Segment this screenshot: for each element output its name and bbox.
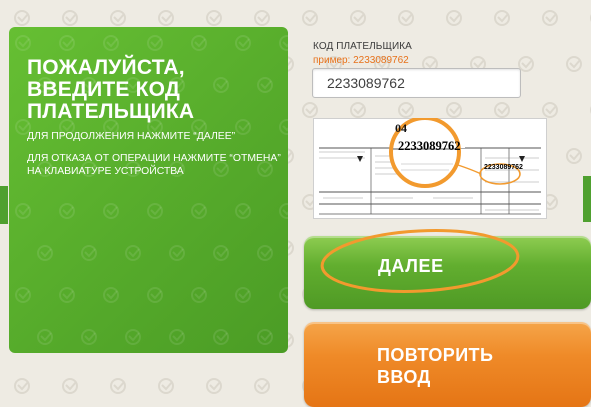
pattern-logo-icon <box>446 102 462 118</box>
retry-button-label: ПОВТОРИТЬ ВВОД <box>377 345 494 387</box>
pattern-logo-icon <box>206 378 222 394</box>
pattern-logo-icon <box>81 245 97 261</box>
pattern-logo-icon <box>398 10 414 26</box>
pattern-logo-icon <box>169 329 185 345</box>
pattern-logo-icon <box>213 245 229 261</box>
pattern-logo-icon <box>147 203 163 219</box>
retry-button[interactable]: ПОВТОРИТЬ ВВОД <box>304 322 591 407</box>
pattern-logo-icon <box>125 245 141 261</box>
pattern-logo-icon <box>147 35 163 51</box>
instruction-next: ДЛЯ ПРОДОЛЖЕНИЯ НАЖМИТЕ “ДАЛЕЕ” <box>27 131 236 142</box>
pattern-logo-icon <box>257 329 273 345</box>
payer-code-label: КОД ПЛАТЕЛЬЩИКА <box>313 41 412 52</box>
pattern-logo-icon <box>110 378 126 394</box>
next-button[interactable]: ДАЛЕЕ <box>304 236 591 309</box>
pattern-logo-icon <box>103 203 119 219</box>
pattern-logo-icon <box>103 287 119 303</box>
payer-code-example: пример: 2233089762 <box>313 55 409 66</box>
pattern-logo-icon <box>37 245 53 261</box>
pattern-logo-icon <box>518 56 534 72</box>
pattern-logo-icon <box>62 378 78 394</box>
pattern-logo-icon <box>14 10 30 26</box>
payer-code-input[interactable] <box>312 68 521 98</box>
pattern-logo-icon <box>542 10 558 26</box>
pattern-logo-icon <box>125 329 141 345</box>
pattern-logo-icon <box>566 148 582 164</box>
pattern-logo-icon <box>494 102 510 118</box>
pattern-logo-icon <box>110 10 126 26</box>
instruction-cancel: ДЛЯ ОТКАЗА ОТ ОПЕРАЦИИ НАЖМИТЕ “ОТМЕНА” … <box>27 153 281 177</box>
instruction-panel: ПОЖАЛУЙСТА, ВВЕДИТЕ КОД ПЛАТЕЛЬЩИКА ДЛЯ … <box>9 27 288 353</box>
pattern-logo-icon <box>15 287 31 303</box>
next-button-label: ДАЛЕЕ <box>378 256 444 276</box>
pattern-logo-icon <box>398 102 414 118</box>
pattern-logo-icon <box>191 203 207 219</box>
pattern-logo-icon <box>81 329 97 345</box>
pattern-logo-icon <box>37 329 53 345</box>
pattern-logo-icon <box>158 10 174 26</box>
pattern-logo-icon <box>191 287 207 303</box>
pattern-logo-icon <box>302 102 318 118</box>
pattern-logo-icon <box>147 287 163 303</box>
pattern-logo-icon <box>446 10 462 26</box>
pattern-logo-icon <box>15 35 31 51</box>
right-edge-tab <box>583 176 591 222</box>
pattern-logo-icon <box>213 329 229 345</box>
pattern-logo-icon <box>235 35 251 51</box>
pattern-logo-icon <box>14 378 30 394</box>
pattern-logo-icon <box>59 287 75 303</box>
pattern-logo-icon <box>566 56 582 72</box>
receipt-code-small: 2233089762 <box>484 164 523 171</box>
pattern-logo-icon <box>59 35 75 51</box>
pattern-logo-icon <box>254 10 270 26</box>
pattern-logo-icon <box>235 287 251 303</box>
pattern-logo-icon <box>158 378 174 394</box>
pattern-logo-icon <box>191 35 207 51</box>
receipt-code-highlight: 2233089762 <box>398 139 461 153</box>
pattern-logo-icon <box>350 10 366 26</box>
pattern-logo-icon <box>169 245 185 261</box>
panel-title-line3: ПЛАТЕЛЬЩИКА <box>27 100 195 123</box>
pattern-logo-icon <box>59 203 75 219</box>
panel-title: ПОЖАЛУЙСТА, ВВЕДИТЕ КОД ПЛАТЕЛЬЩИКА <box>27 57 282 123</box>
panel-title-line1: ПОЖАЛУЙСТА, <box>27 56 185 79</box>
pattern-logo-icon <box>279 287 288 303</box>
pattern-logo-icon <box>235 203 251 219</box>
pattern-logo-icon <box>350 102 366 118</box>
pattern-logo-icon <box>103 35 119 51</box>
pattern-logo-icon <box>494 10 510 26</box>
pattern-logo-icon <box>62 10 78 26</box>
pattern-logo-icon <box>206 10 222 26</box>
pattern-logo-icon <box>254 378 270 394</box>
pattern-logo-icon <box>302 10 318 26</box>
panel-title-line2: ВВЕДИТЕ КОД <box>27 78 181 101</box>
pattern-logo-icon <box>257 245 273 261</box>
left-edge-tab <box>0 186 8 224</box>
pattern-logo-icon <box>279 203 288 219</box>
receipt-code-fragment: 04 <box>395 121 407 135</box>
pattern-logo-icon <box>542 102 558 118</box>
pattern-logo-icon <box>279 35 288 51</box>
pattern-logo-icon <box>15 203 31 219</box>
